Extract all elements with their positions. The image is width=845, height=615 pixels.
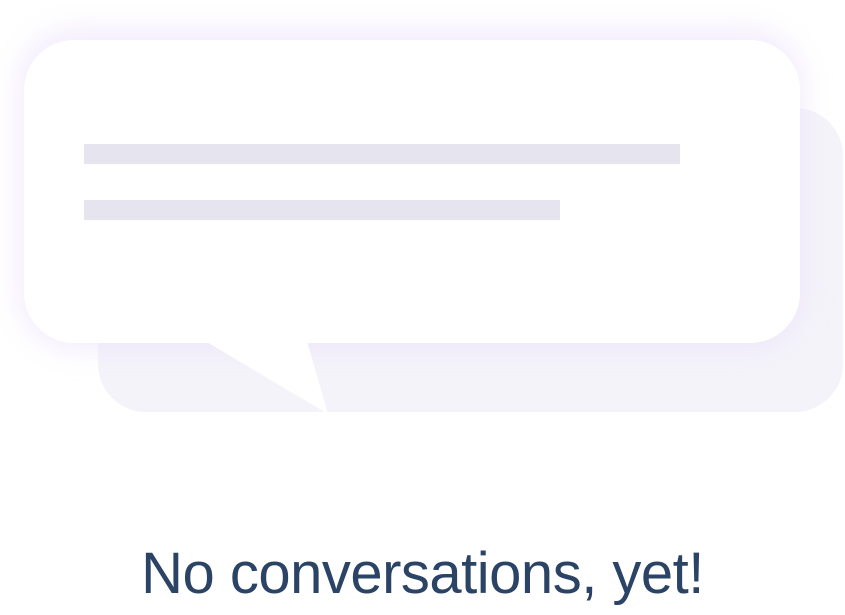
chat-bubbles-icon <box>18 28 843 414</box>
empty-state-title: No conversations, yet! <box>141 541 704 606</box>
placeholder-line-long <box>84 144 680 164</box>
placeholder-line-short <box>84 200 560 220</box>
front-chat-bubble <box>24 40 800 343</box>
empty-conversations-view: No conversations, yet! <box>0 0 845 615</box>
